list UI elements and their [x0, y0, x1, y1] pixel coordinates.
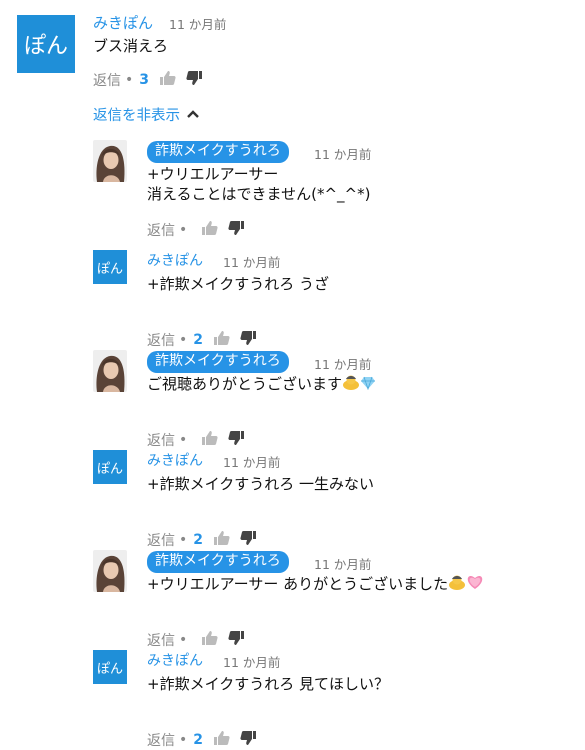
comment-actions: 返信 •	[147, 430, 253, 450]
reply-comment: ぽん みきぽん 11 か月前 +詐欺メイクすうれろ うざ 返信 • 2	[0, 250, 585, 350]
reply-count: 2	[193, 332, 204, 348]
comment-text: ブス消えろ	[93, 37, 169, 55]
thumbs-down-icon[interactable]	[227, 220, 245, 240]
reply-button[interactable]: 返信	[93, 70, 121, 90]
comment-author[interactable]: みきぽん	[93, 12, 153, 33]
thumbs-down-icon[interactable]	[239, 330, 257, 350]
avatar-text: ぽん	[96, 661, 123, 677]
separator-dot: •	[179, 432, 188, 448]
comment-actions: 返信 •	[147, 220, 253, 240]
comment-text: 消えることはできません(*^_^*)	[147, 185, 371, 203]
reply-button[interactable]: 返信	[147, 530, 175, 550]
reply-comment: 詐欺メイクすうれろ 11 か月前 +ウリエルアーサー ありがとうございました 返信 …	[0, 550, 585, 650]
comment-actions: 返信 •	[147, 630, 253, 650]
thumbs-up-icon[interactable]	[201, 630, 219, 650]
comment-text: +詐欺メイクすうれろ 見てほしい？	[147, 675, 390, 693]
comment-time[interactable]: 11 か月前	[314, 554, 371, 573]
comment-actions: 返信 • 2	[147, 330, 265, 350]
thumbs-up-icon[interactable]	[201, 430, 219, 450]
avatar-text: ぽん	[23, 34, 68, 59]
avatar[interactable]: ぽん	[93, 650, 127, 684]
comment-author[interactable]: 詐欺メイクすうれろ	[147, 141, 289, 163]
thumbs-up-icon[interactable]	[213, 330, 231, 350]
hide-replies-label: 返信を非表示	[93, 108, 180, 124]
separator-dot: •	[125, 72, 134, 88]
reply-button[interactable]: 返信	[147, 730, 175, 750]
reply-comment: ぽん みきぽん 11 か月前 +詐欺メイクすうれろ 一生みない 返信 • 2	[0, 450, 585, 550]
thumbs-down-icon[interactable]	[227, 430, 245, 450]
comment-author[interactable]: 詐欺メイクすうれろ	[147, 551, 289, 573]
separator-dot: •	[179, 532, 188, 548]
person-bowing-emoji	[342, 374, 360, 395]
reply-comment: 詐欺メイクすうれろ 11 か月前 +ウリエルアーサー消えることはできません(*^_^…	[0, 140, 585, 240]
thumbs-up-icon[interactable]	[159, 70, 177, 90]
avatar[interactable]: ぽん	[93, 250, 127, 284]
reply-count: 2	[193, 532, 204, 548]
comment-text: +ウリエルアーサー	[147, 165, 279, 183]
reply-button[interactable]: 返信	[147, 630, 175, 650]
reply-button[interactable]: 返信	[147, 430, 175, 450]
comment-text: +詐欺メイクすうれろ うざ	[147, 275, 330, 293]
reply-button[interactable]: 返信	[147, 330, 175, 350]
comment-time[interactable]: 11 か月前	[223, 452, 280, 471]
comment-actions: 返信 • 2	[147, 730, 265, 750]
separator-dot: •	[179, 332, 188, 348]
thumbs-up-icon[interactable]	[213, 530, 231, 550]
person-bowing-emoji	[448, 574, 466, 595]
comment-author[interactable]: みきぽん	[147, 250, 203, 270]
reply-comment: ぽん みきぽん 11 か月前 +詐欺メイクすうれろ 見てほしい？ 返信 • 2	[0, 650, 585, 750]
comment-time[interactable]: 11 か月前	[314, 144, 371, 163]
thumbs-down-icon[interactable]	[239, 530, 257, 550]
reply-count: 3	[139, 72, 150, 88]
comment-text: +ウリエルアーサー ありがとうございました	[147, 574, 484, 595]
comment-actions: 返信 • 3	[93, 70, 211, 90]
thumbs-up-icon[interactable]	[213, 730, 231, 750]
comment-time[interactable]: 11 か月前	[223, 652, 280, 671]
comment-author[interactable]: みきぽん	[147, 450, 203, 470]
thumbs-down-icon[interactable]	[239, 730, 257, 750]
heart-emoji	[466, 574, 484, 595]
avatar[interactable]: ぽん	[17, 15, 75, 73]
avatar[interactable]	[93, 140, 127, 182]
gem-emoji	[360, 375, 376, 395]
top-comment: ぽん みきぽん 11 か月前 ブス消えろ 返信 • 3	[0, 0, 585, 100]
thumbs-down-icon[interactable]	[227, 630, 245, 650]
avatar[interactable]	[93, 550, 127, 592]
hide-replies-button[interactable]: 返信を非表示	[93, 104, 200, 125]
comment-time[interactable]: 11 か月前	[169, 14, 226, 33]
comment-actions: 返信 • 2	[147, 530, 265, 550]
avatar-text: ぽん	[96, 261, 123, 277]
avatar[interactable]: ぽん	[93, 450, 127, 484]
avatar[interactable]	[93, 350, 127, 392]
separator-dot: •	[179, 222, 188, 238]
comment-time[interactable]: 11 か月前	[314, 354, 371, 373]
chevron-up-icon	[186, 107, 200, 123]
thumbs-up-icon[interactable]	[201, 220, 219, 240]
comment-author[interactable]: みきぽん	[147, 650, 203, 670]
reply-comment: 詐欺メイクすうれろ 11 か月前 ご視聴ありがとうございます 返信 •	[0, 350, 585, 450]
comment-author[interactable]: 詐欺メイクすうれろ	[147, 351, 289, 373]
thumbs-down-icon[interactable]	[185, 70, 203, 90]
separator-dot: •	[179, 632, 188, 648]
comment-text: +詐欺メイクすうれろ 一生みない	[147, 475, 375, 493]
reply-button[interactable]: 返信	[147, 220, 175, 240]
comment-time[interactable]: 11 か月前	[223, 252, 280, 271]
avatar-text: ぽん	[96, 461, 123, 477]
comment-text: ご視聴ありがとうございます	[147, 374, 376, 395]
